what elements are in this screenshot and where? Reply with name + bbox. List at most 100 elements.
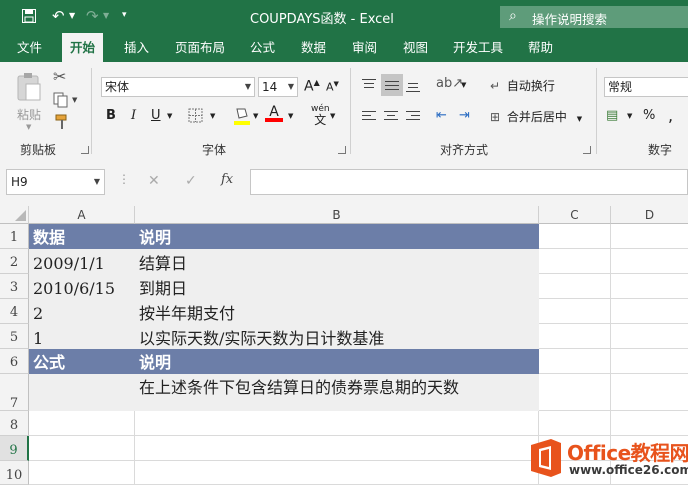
redo-dropdown-icon[interactable]: ▼ [103, 11, 109, 20]
borders-icon[interactable] [188, 108, 203, 126]
column-header-c[interactable]: C [539, 206, 611, 224]
cell-d5[interactable] [611, 324, 688, 349]
underline-dropdown-icon[interactable]: ▼ [167, 112, 172, 120]
formula-input[interactable] [250, 169, 688, 195]
cell-c7[interactable] [539, 374, 611, 411]
align-top-icon[interactable] [362, 79, 376, 93]
align-middle-icon[interactable] [381, 74, 403, 96]
row-header-2[interactable]: 2 [0, 249, 29, 274]
font-name-select[interactable]: 宋体 ▼ [101, 77, 255, 97]
redo-icon[interactable]: ↷ [86, 7, 99, 25]
fill-color-dropdown-icon[interactable]: ▼ [253, 112, 258, 120]
row-header-8[interactable]: 8 [0, 411, 29, 436]
orientation-icon[interactable]: ab↗ [436, 76, 463, 91]
row-header-3[interactable]: 3 [0, 274, 29, 299]
cell-c6[interactable] [539, 349, 611, 374]
cell-b8[interactable] [135, 411, 539, 436]
underline-button[interactable]: U [151, 108, 161, 123]
undo-icon[interactable]: ↶ [52, 7, 65, 25]
percent-style-button[interactable]: % [643, 108, 655, 123]
cell-a5[interactable]: 1 [29, 324, 135, 349]
cell-a8[interactable] [29, 411, 135, 436]
cell-b6[interactable]: 说明 [135, 349, 539, 374]
cell-a2[interactable]: 2009/1/1 [29, 249, 135, 274]
fill-color-icon[interactable] [233, 106, 251, 129]
clipboard-launcher-icon[interactable] [81, 146, 89, 154]
cell-b1[interactable]: 说明 [135, 224, 539, 249]
increase-indent-icon[interactable]: ⇥ [459, 108, 470, 123]
tab-home[interactable]: 开始 [62, 33, 104, 62]
tab-review[interactable]: 审阅 [352, 33, 377, 62]
insert-function-button[interactable]: fx [221, 172, 233, 187]
cell-b10[interactable] [135, 461, 539, 485]
tab-page-layout[interactable]: 页面布局 [175, 33, 225, 62]
cell-d3[interactable] [611, 274, 688, 299]
column-header-a[interactable]: A [29, 206, 135, 224]
cell-c5[interactable] [539, 324, 611, 349]
merge-center-button[interactable]: ⊞ 合并后居中 ▼ [490, 108, 582, 125]
row-header-5[interactable]: 5 [0, 324, 29, 349]
select-all-corner[interactable] [0, 206, 29, 224]
cell-a3[interactable]: 2010/6/15 [29, 274, 135, 299]
cancel-formula-icon[interactable]: ✕ [148, 173, 160, 189]
cell-b7[interactable]: 在上述条件下包含结算日的债券票息期的天数 [135, 374, 539, 411]
cell-a10[interactable] [29, 461, 135, 485]
customize-qat-icon[interactable]: ▾ [122, 10, 127, 20]
cell-d4[interactable] [611, 299, 688, 324]
decrease-indent-icon[interactable]: ⇤ [436, 108, 447, 123]
cell-c3[interactable] [539, 274, 611, 299]
comma-style-button[interactable]: , [668, 106, 673, 125]
row-header-7[interactable]: 7 [0, 374, 29, 411]
cell-b2[interactable]: 结算日 [135, 249, 539, 274]
bold-button[interactable]: B [106, 108, 116, 123]
copy-dropdown-icon[interactable]: ▼ [72, 96, 77, 104]
cell-c4[interactable] [539, 299, 611, 324]
cell-d7[interactable] [611, 374, 688, 411]
align-center-icon[interactable] [384, 111, 398, 123]
tab-data[interactable]: 数据 [301, 33, 326, 62]
font-color-dropdown-icon[interactable]: ▼ [288, 112, 293, 120]
cell-a4[interactable]: 2 [29, 299, 135, 324]
undo-dropdown-icon[interactable]: ▼ [69, 11, 75, 20]
confirm-formula-icon[interactable]: ✓ [185, 173, 197, 189]
phonetic-guide-button[interactable]: wén 文 [311, 102, 330, 126]
align-bottom-icon[interactable] [406, 79, 420, 93]
cell-d6[interactable] [611, 349, 688, 374]
row-header-4[interactable]: 4 [0, 299, 29, 324]
cell-a6[interactable]: 公式 [29, 349, 135, 374]
tab-view[interactable]: 视图 [403, 33, 428, 62]
copy-icon[interactable] [53, 92, 69, 111]
name-box[interactable]: H9 ▼ [6, 169, 105, 195]
column-header-d[interactable]: D [611, 206, 688, 224]
cell-a7[interactable] [29, 374, 135, 411]
cell-b5[interactable]: 以实际天数/实际天数为日计数基准 [135, 324, 539, 349]
accounting-dropdown-icon[interactable]: ▼ [627, 112, 632, 120]
save-icon[interactable] [22, 9, 36, 23]
row-header-9[interactable]: 9 [0, 436, 29, 461]
cell-b9[interactable] [135, 436, 539, 461]
cell-c2[interactable] [539, 249, 611, 274]
cell-c1[interactable] [539, 224, 611, 249]
font-size-select[interactable]: 14 ▼ [258, 77, 298, 97]
tab-developer[interactable]: 开发工具 [453, 33, 503, 62]
tab-file[interactable]: 文件 [17, 33, 42, 62]
accounting-format-icon[interactable]: ▤ [606, 108, 618, 123]
column-header-b[interactable]: B [135, 206, 539, 224]
italic-button[interactable]: I [131, 108, 136, 123]
tab-insert[interactable]: 插入 [124, 33, 149, 62]
borders-dropdown-icon[interactable]: ▼ [210, 112, 215, 120]
cell-d2[interactable] [611, 249, 688, 274]
cell-d1[interactable] [611, 224, 688, 249]
tab-help[interactable]: 帮助 [528, 33, 553, 62]
wrap-text-button[interactable]: ↵ 自动换行 [490, 77, 555, 94]
cell-b3[interactable]: 到期日 [135, 274, 539, 299]
cell-b4[interactable]: 按半年期支付 [135, 299, 539, 324]
font-color-icon[interactable]: A [265, 104, 283, 122]
align-left-icon[interactable] [362, 111, 376, 123]
format-painter-icon[interactable] [54, 114, 70, 133]
paste-button[interactable]: 粘贴 ▼ [12, 68, 46, 132]
row-header-1[interactable]: 1 [0, 224, 29, 249]
phonetic-dropdown-icon[interactable]: ▼ [330, 112, 335, 120]
row-header-10[interactable]: 10 [0, 461, 29, 485]
tell-me-search[interactable]: ⌕ 操作说明搜索 [500, 6, 688, 28]
